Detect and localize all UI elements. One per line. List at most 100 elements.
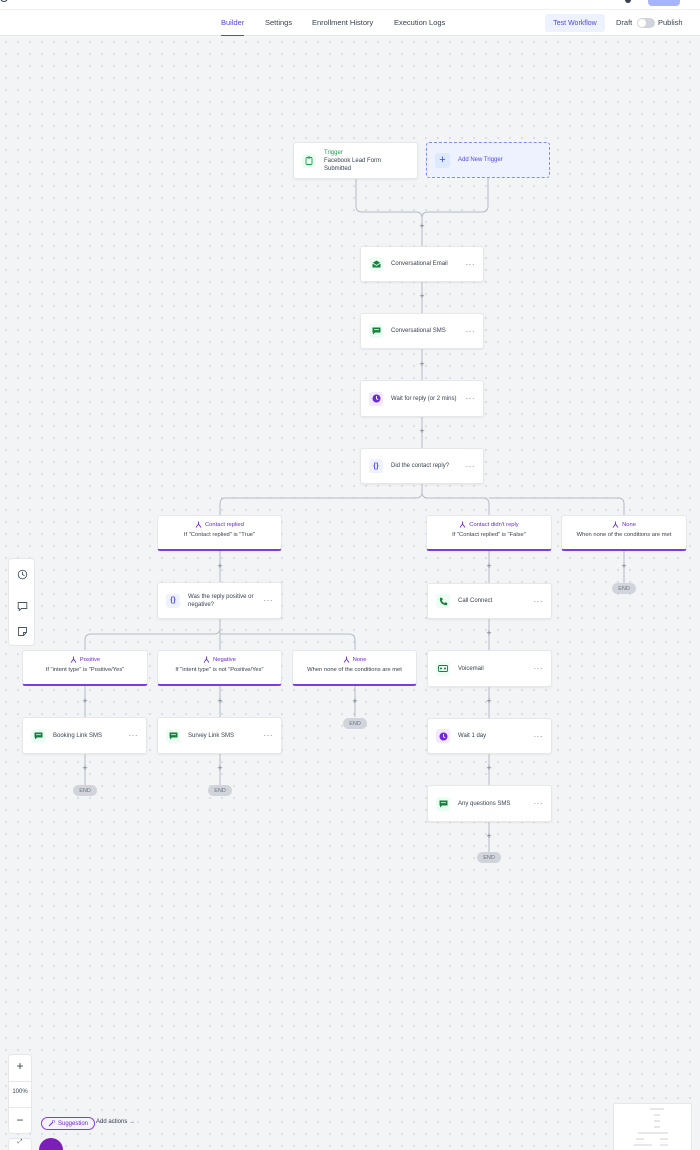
add-step-button[interactable]: + (350, 696, 360, 706)
add-step-button[interactable]: + (417, 359, 427, 369)
suggestion-button[interactable]: Suggestion (41, 1117, 96, 1130)
add-step-button[interactable]: + (484, 696, 494, 706)
branch-negative[interactable]: Negative If "intent type" is not "Positi… (157, 650, 282, 686)
connector (421, 491, 490, 515)
braces-icon: {} (369, 459, 383, 473)
branch-positive[interactable]: Positive If "intent type" is "Positive/Y… (22, 650, 148, 686)
add-step-button[interactable]: + (484, 763, 494, 773)
end-marker: END (477, 852, 501, 863)
action-label: Any questions SMS (458, 800, 511, 807)
magic-wand-icon (48, 1120, 55, 1127)
add-step-button[interactable]: + (484, 561, 494, 571)
note-icon[interactable] (17, 626, 28, 637)
branch-title: None (622, 521, 636, 528)
add-step-button[interactable]: + (417, 221, 427, 231)
arrow-right-icon: → (129, 1119, 136, 1125)
sms-icon (31, 728, 45, 743)
more-options-icon[interactable]: ··· (129, 731, 139, 740)
branch-none-inner[interactable]: None When none of the conditions are met (292, 650, 417, 686)
add-step-button[interactable]: + (215, 763, 225, 773)
action-voicemail[interactable]: Voicemail ··· (427, 650, 552, 687)
add-trigger-label: Add New Trigger (458, 157, 503, 163)
zoom-in-button[interactable]: + (9, 1059, 31, 1073)
history-icon[interactable] (17, 569, 28, 580)
action-conversational-email[interactable]: Conversational Email ··· (360, 246, 484, 282)
more-options-icon[interactable]: ··· (534, 732, 544, 741)
branch-subtitle: If "intent type" is not "Positive/Yes" (175, 667, 264, 673)
end-marker: END (208, 785, 232, 796)
trigger-node[interactable]: Trigger Facebook Lead Form Submitted (293, 142, 418, 179)
more-options-icon[interactable]: ··· (466, 327, 476, 336)
connector (220, 633, 356, 650)
condition-reply-sentiment[interactable]: {} Was the reply positive or negative? ·… (157, 582, 282, 619)
comment-icon[interactable] (17, 601, 28, 612)
zoom-out-button[interactable]: − (9, 1113, 31, 1127)
connector (355, 178, 423, 246)
more-options-icon[interactable]: ··· (264, 731, 274, 740)
zoom-level: 100% (12, 1089, 28, 1095)
more-options-icon[interactable]: ··· (534, 664, 544, 673)
branch-icon (70, 656, 77, 663)
branch-none-top[interactable]: None When none of the conditions are met (561, 515, 687, 551)
branch-subtitle: If "Contact replied" is "True" (183, 532, 256, 538)
end-marker: END (612, 583, 636, 594)
phone-icon (436, 594, 450, 608)
branch-icon (459, 521, 466, 528)
branch-title: Positive (79, 656, 101, 663)
add-step-button[interactable]: + (215, 561, 225, 571)
action-any-questions-sms[interactable]: Any questions SMS ··· (427, 785, 552, 822)
action-booking-link-sms[interactable]: Booking Link SMS ··· (22, 717, 147, 754)
side-toolbar (8, 558, 35, 646)
branch-subtitle: If "Contact replied" is "False" (452, 532, 526, 538)
branch-title: Contact replied (205, 521, 244, 528)
action-wait-1-day[interactable]: Wait 1 day ··· (427, 718, 552, 754)
more-options-icon[interactable]: ··· (466, 462, 476, 471)
action-survey-link-sms[interactable]: Survey Link SMS ··· (157, 717, 282, 754)
add-step-button[interactable]: + (619, 561, 629, 571)
add-step-button[interactable]: + (417, 291, 427, 301)
more-options-icon[interactable]: ··· (466, 394, 476, 403)
more-options-icon[interactable]: ··· (534, 799, 544, 808)
minimap[interactable] (613, 1103, 692, 1150)
add-new-trigger-button[interactable]: + Add New Trigger (426, 142, 550, 178)
zoom-controls: + 100% − (8, 1054, 32, 1134)
branch-subtitle: When none of the conditions are met (307, 667, 402, 673)
add-step-button[interactable]: + (215, 696, 225, 706)
sms-icon (436, 796, 450, 811)
plus-icon: + (435, 152, 450, 168)
more-options-icon[interactable]: ··· (466, 260, 476, 269)
branch-icon (195, 521, 202, 528)
more-options-icon[interactable]: ··· (534, 597, 544, 606)
connector (421, 178, 489, 219)
add-step-button[interactable]: + (80, 763, 90, 773)
action-call-connect[interactable]: Call Connect ··· (427, 583, 552, 619)
fit-view-icon[interactable]: ⤢ (8, 1138, 32, 1150)
condition-label: Did the contact reply? (391, 463, 450, 469)
add-actions-link[interactable]: Add actions → (96, 1119, 135, 1125)
sms-icon (166, 728, 180, 743)
add-step-button[interactable]: + (417, 426, 427, 436)
action-wait-for-reply[interactable]: Wait for reply (or 2 mins) ··· (360, 380, 484, 417)
action-label: Call Connect (458, 598, 493, 604)
sms-icon (369, 324, 383, 338)
connector (219, 483, 423, 515)
branch-contact-replied[interactable]: Contact replied If "Contact replied" is … (157, 515, 282, 551)
add-step-button[interactable]: + (484, 831, 494, 841)
condition-label: Was the reply positive or negative? (188, 593, 254, 608)
add-step-button[interactable]: + (484, 628, 494, 638)
clipboard-icon (302, 153, 316, 168)
email-icon (369, 257, 383, 271)
action-label: Survey Link SMS (188, 732, 235, 739)
action-label: Wait 1 day (458, 733, 487, 739)
more-options-icon[interactable]: ··· (264, 596, 274, 605)
branch-contact-didnt-reply[interactable]: Contact didn't reply If "Contact replied… (426, 515, 552, 551)
branch-icon (203, 656, 210, 663)
suggestion-label: Suggestion (58, 1120, 89, 1127)
add-step-button[interactable]: + (80, 696, 90, 706)
condition-contact-replied[interactable]: {} Did the contact reply? ··· (360, 448, 484, 484)
action-label: Voicemail (458, 665, 484, 672)
action-conversational-sms[interactable]: Conversational SMS ··· (360, 313, 484, 349)
trigger-subtitle: Facebook Lead Form Submitted (324, 157, 382, 172)
branch-subtitle: If "intent type" is "Positive/Yes" (45, 667, 125, 673)
action-label: Wait for reply (or 2 mins) (391, 395, 457, 402)
